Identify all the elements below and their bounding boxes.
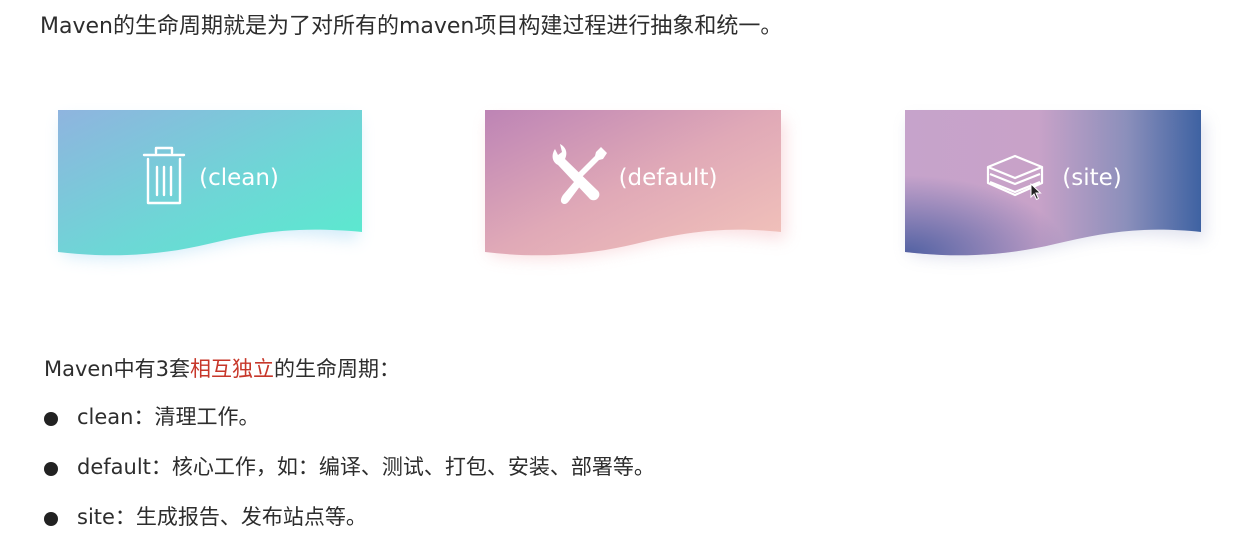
lifecycle-card-clean: (clean) bbox=[58, 108, 362, 268]
summary-prefix: Maven中有3套 bbox=[44, 357, 191, 381]
lifecycle-card-site: (site) bbox=[905, 108, 1209, 268]
lifecycle-card-default: (default) bbox=[485, 108, 789, 268]
card-label-site: (site) bbox=[1062, 165, 1122, 191]
bullet-dot-icon bbox=[44, 512, 58, 526]
mouse-cursor-icon bbox=[1030, 182, 1042, 205]
summary-line: Maven中有3套相互独立的生命周期： bbox=[44, 354, 400, 384]
intro-text: Maven的生命周期就是为了对所有的maven项目构建过程进行抽象和统一。 bbox=[40, 14, 783, 39]
summary-suffix: 的生命周期： bbox=[274, 357, 401, 381]
bullet-text: site：生成报告、发布站点等。 bbox=[77, 505, 367, 529]
list-item: default：核心工作，如：编译、测试、打包、安装、部署等。 bbox=[40, 452, 655, 502]
bullet-dot-icon bbox=[44, 412, 58, 426]
summary-highlight: 相互独立 bbox=[190, 357, 275, 381]
list-item: site：生成报告、发布站点等。 bbox=[40, 502, 655, 552]
card-label-clean: (clean) bbox=[199, 165, 279, 191]
tools-icon bbox=[549, 143, 613, 213]
lifecycle-bullet-list: clean：清理工作。 default：核心工作，如：编译、测试、打包、安装、部… bbox=[40, 402, 655, 552]
bullet-dot-icon bbox=[44, 462, 58, 476]
bullet-text: clean：清理工作。 bbox=[77, 405, 260, 429]
card-label-default: (default) bbox=[618, 165, 718, 191]
bullet-text: default：核心工作，如：编译、测试、打包、安装、部署等。 bbox=[77, 455, 655, 479]
trash-icon bbox=[141, 145, 187, 211]
list-item: clean：清理工作。 bbox=[40, 402, 655, 452]
